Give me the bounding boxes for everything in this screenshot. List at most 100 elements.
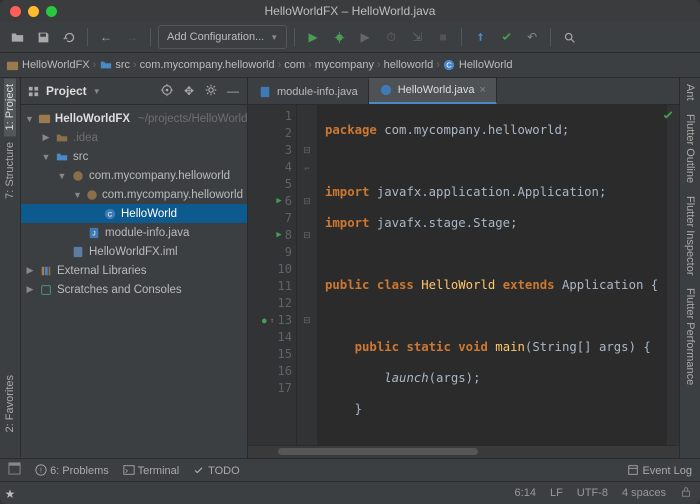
locate-icon[interactable] (159, 83, 175, 100)
breadcrumb-item[interactable]: HelloWorld (459, 59, 513, 71)
line-number-gutter[interactable]: 12345 ▶ 6 7 ▶ 8 9101112 ●↑13 14151617 (248, 105, 297, 445)
profile-button[interactable]: ⏱ (380, 26, 402, 48)
code-editor[interactable]: package com.mycompany.helloworld; import… (317, 105, 667, 445)
horizontal-scrollbar[interactable] (248, 445, 679, 458)
tree-class-helloworld[interactable]: C HelloWorld (21, 204, 247, 223)
inspection-ok-icon[interactable] (661, 109, 675, 126)
expand-icon[interactable]: ▶ (25, 265, 35, 276)
chevron-down-icon[interactable]: ▼ (93, 87, 101, 96)
breadcrumb-item[interactable]: com.mycompany.helloworld (140, 59, 275, 71)
refresh-button[interactable] (58, 26, 80, 48)
status-line-separator[interactable]: LF (550, 487, 563, 499)
window-minimize-button[interactable] (28, 6, 39, 17)
search-everywhere-button[interactable] (558, 26, 580, 48)
project-tool-window: Project ▼ ✥ — ▼ HelloWorldFX ~/projects/… (21, 78, 248, 458)
tool-flutter-inspector-tab[interactable]: Flutter Inspector (684, 190, 696, 281)
tree-external-libraries[interactable]: ▶ External Libraries (21, 261, 247, 280)
tree-file-moduleinfo[interactable]: J module-info.java (21, 223, 247, 242)
run-button[interactable]: ▶ (302, 26, 324, 48)
tool-flutter-perf-tab[interactable]: Flutter Performance (684, 282, 696, 391)
tool-favorites-tab[interactable]: 2: Favorites (4, 369, 16, 438)
chevron-right-icon: › (133, 59, 137, 71)
editor-error-stripe[interactable] (667, 105, 679, 445)
class-icon (379, 83, 393, 97)
open-file-button[interactable] (6, 26, 28, 48)
tool-flutter-outline-tab[interactable]: Flutter Outline (684, 108, 696, 189)
gear-icon[interactable] (203, 83, 219, 100)
editor-tabs: module-info.java HelloWorld.java × (248, 78, 679, 105)
window-zoom-button[interactable] (46, 6, 57, 17)
collapse-icon[interactable]: ▼ (25, 114, 34, 124)
chevron-right-icon: › (377, 59, 381, 71)
save-button[interactable] (32, 26, 54, 48)
breadcrumb-item[interactable]: com (284, 59, 305, 71)
breadcrumb-item[interactable]: HelloWorldFX (22, 59, 90, 71)
breadcrumb-item[interactable]: mycompany (315, 59, 374, 71)
fold-gutter[interactable]: ⊟ ⌐ ⊟ ⊟ ⊟ (297, 105, 317, 445)
chevron-right-icon: › (93, 59, 97, 71)
tree-scratches[interactable]: ▶ Scratches and Consoles (21, 280, 247, 299)
attach-button[interactable]: ⇲ (406, 26, 428, 48)
close-icon[interactable]: × (480, 84, 486, 96)
window-close-button[interactable] (10, 6, 21, 17)
editor-tab-moduleinfo[interactable]: module-info.java (248, 80, 369, 104)
debug-button[interactable] (328, 26, 350, 48)
status-encoding[interactable]: UTF-8 (577, 487, 608, 499)
tree-package[interactable]: ▼ com.mycompany.helloworld (21, 166, 247, 185)
window-list-icon[interactable] (8, 462, 21, 478)
tree-folder-src[interactable]: ▼ src (21, 147, 247, 166)
tool-project-tab[interactable]: 1: Project (4, 78, 16, 136)
source-folder-icon (55, 150, 69, 164)
readonly-toggle-icon[interactable] (680, 486, 692, 501)
expand-all-icon[interactable]: ✥ (181, 84, 197, 98)
hide-panel-icon[interactable]: — (225, 84, 241, 98)
tool-label: Terminal (138, 465, 180, 477)
expand-icon[interactable]: ▶ (41, 132, 51, 143)
project-icon (6, 59, 19, 72)
tool-quick-access-icon[interactable]: ★ (3, 487, 17, 501)
scrollbar-thumb[interactable] (278, 448, 478, 455)
folder-icon (55, 131, 69, 145)
tree-project-root[interactable]: ▼ HelloWorldFX ~/projects/HelloWorldFX (21, 109, 247, 128)
tool-eventlog-tab[interactable]: Event Log (627, 464, 692, 477)
breadcrumb-item[interactable]: helloworld (384, 59, 434, 71)
project-tree[interactable]: ▼ HelloWorldFX ~/projects/HelloWorldFX ▶… (21, 105, 247, 458)
chevron-right-icon: › (278, 59, 282, 71)
left-tool-strip: 1: Project 7: Structure 2: Favorites (0, 78, 21, 458)
run-config-selector[interactable]: Add Configuration... ▼ (158, 25, 287, 49)
tool-todo-tab[interactable]: TODO (193, 464, 239, 477)
tool-ant-tab[interactable]: Ant (684, 78, 696, 107)
tree-folder-idea[interactable]: ▶ .idea (21, 128, 247, 147)
vcs-history-button[interactable]: ↶ (521, 26, 543, 48)
tree-root-name: HelloWorldFX (55, 113, 130, 125)
coverage-button[interactable]: ▶ (354, 26, 376, 48)
tool-structure-tab[interactable]: 7: Structure (4, 136, 16, 205)
editor-tab-helloworld[interactable]: HelloWorld.java × (369, 78, 497, 104)
chevron-right-icon: › (308, 59, 312, 71)
tool-label: TODO (208, 465, 240, 477)
expand-icon[interactable]: ▶ (25, 284, 35, 295)
nav-back-button[interactable]: ← (95, 26, 117, 48)
collapse-icon[interactable]: ▼ (41, 152, 51, 162)
svg-text:!: ! (40, 465, 42, 474)
status-indent[interactable]: 4 spaces (622, 487, 666, 499)
main-toolbar: ← → Add Configuration... ▼ ▶ ▶ ⏱ ⇲ ■ ↶ (0, 22, 700, 53)
tree-file-iml[interactable]: HelloWorldFX.iml (21, 242, 247, 261)
status-caret-position[interactable]: 6:14 (515, 487, 536, 499)
project-icon (38, 112, 51, 126)
vcs-commit-button[interactable] (495, 26, 517, 48)
tool-problems-tab[interactable]: ! 6: Problems (35, 464, 109, 477)
stop-button[interactable]: ■ (432, 26, 454, 48)
collapse-icon[interactable]: ▼ (73, 190, 82, 200)
library-icon (39, 264, 53, 278)
tree-label: External Libraries (57, 265, 146, 277)
class-icon: C (103, 207, 117, 221)
nav-forward-button[interactable]: → (121, 26, 143, 48)
tree-package[interactable]: ▼ com.mycompany.helloworld (21, 185, 247, 204)
breadcrumb-item[interactable]: src (115, 59, 130, 71)
collapse-icon[interactable]: ▼ (57, 171, 67, 181)
vcs-update-button[interactable] (469, 26, 491, 48)
svg-text:C: C (447, 61, 453, 70)
tool-terminal-tab[interactable]: Terminal (123, 464, 179, 477)
tree-label: com.mycompany.helloworld (89, 170, 230, 182)
